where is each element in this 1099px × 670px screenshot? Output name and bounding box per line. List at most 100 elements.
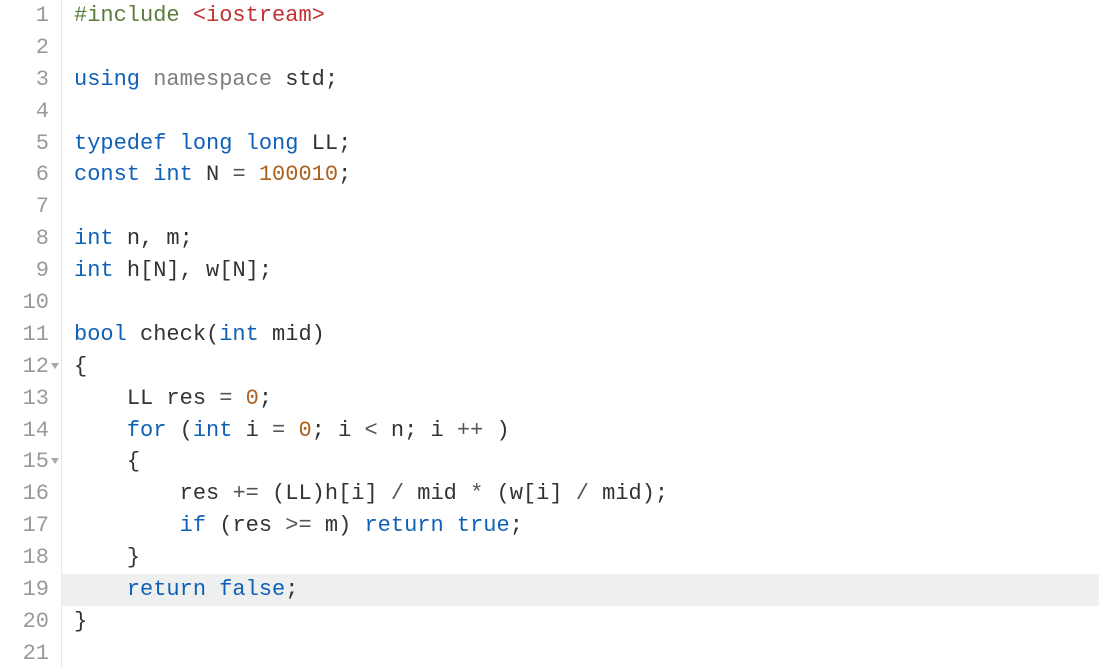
line-number: 16 xyxy=(10,478,49,510)
code-line[interactable]: LL res = 0; xyxy=(74,383,1099,415)
token: <iostream> xyxy=(193,3,325,28)
code-line[interactable]: { xyxy=(74,351,1099,383)
code-area[interactable]: #include <iostream> using namespace std; t… xyxy=(62,0,1099,667)
token: i xyxy=(338,418,364,443)
token: m xyxy=(325,513,338,538)
code-line[interactable]: return false; xyxy=(74,574,1099,606)
token: = xyxy=(272,418,298,443)
token: [ xyxy=(523,481,536,506)
code-line[interactable]: { xyxy=(74,446,1099,478)
token: / xyxy=(576,481,602,506)
code-line[interactable]: if (res >= m) return true; xyxy=(74,510,1099,542)
code-line[interactable]: const int N = 100010; xyxy=(74,159,1099,191)
token: false xyxy=(219,577,285,602)
token: n xyxy=(127,226,140,251)
token: { xyxy=(74,354,87,379)
token: long xyxy=(246,131,312,156)
token: 0 xyxy=(298,418,311,443)
line-number: 6 xyxy=(10,159,49,191)
token: ( xyxy=(272,481,285,506)
token xyxy=(74,386,127,411)
code-line[interactable] xyxy=(74,638,1099,670)
code-line[interactable] xyxy=(74,96,1099,128)
token: ; xyxy=(338,131,351,156)
line-number: 5 xyxy=(10,128,49,160)
token: N xyxy=(153,258,166,283)
token: namespace xyxy=(153,67,285,92)
token: const xyxy=(74,162,153,187)
token: m xyxy=(166,226,179,251)
token: [ xyxy=(338,481,351,506)
line-number: 7 xyxy=(10,191,49,223)
token: ( xyxy=(180,418,193,443)
token xyxy=(74,418,127,443)
token: mid xyxy=(417,481,470,506)
token: ; xyxy=(325,67,338,92)
line-number: 10 xyxy=(10,287,49,319)
token: res xyxy=(232,513,285,538)
token xyxy=(74,545,127,570)
token: mid xyxy=(272,322,312,347)
token xyxy=(74,513,180,538)
token: >= xyxy=(285,513,325,538)
code-line[interactable]: int h[N], w[N]; xyxy=(74,255,1099,287)
token xyxy=(74,481,180,506)
line-number: 14 xyxy=(10,415,49,447)
token xyxy=(74,449,127,474)
code-line[interactable] xyxy=(74,287,1099,319)
code-editor[interactable]: 123456789101112131415161718192021 #inclu… xyxy=(0,0,1099,667)
token: int xyxy=(74,258,127,283)
token: int xyxy=(153,162,206,187)
token: ; xyxy=(285,577,298,602)
token: { xyxy=(127,449,140,474)
token: ; xyxy=(510,513,523,538)
token: bool xyxy=(74,322,140,347)
token: i xyxy=(351,481,364,506)
line-number: 2 xyxy=(10,32,49,64)
code-line[interactable]: typedef long long LL; xyxy=(74,128,1099,160)
token: 0 xyxy=(246,386,259,411)
line-number: 19 xyxy=(10,574,49,606)
code-line[interactable]: for (int i = 0; i < n; i ++ ) xyxy=(74,415,1099,447)
line-number: 18 xyxy=(10,542,49,574)
token: i xyxy=(246,418,272,443)
token: ) xyxy=(312,481,325,506)
code-line[interactable]: #include <iostream> xyxy=(74,0,1099,32)
code-line[interactable]: } xyxy=(74,542,1099,574)
token: #include xyxy=(74,3,193,28)
token: h xyxy=(325,481,338,506)
line-number: 20 xyxy=(10,606,49,638)
code-line[interactable]: } xyxy=(74,606,1099,638)
token: , xyxy=(140,226,166,251)
code-line[interactable]: bool check(int mid) xyxy=(74,319,1099,351)
code-line[interactable]: int n, m; xyxy=(74,223,1099,255)
token: ( xyxy=(497,481,510,506)
token: using xyxy=(74,67,153,92)
line-number: 11 xyxy=(10,319,49,351)
token: ) xyxy=(497,418,510,443)
token: res xyxy=(180,481,233,506)
line-number: 8 xyxy=(10,223,49,255)
token: for xyxy=(127,418,180,443)
token: < xyxy=(364,418,390,443)
code-line[interactable]: using namespace std; xyxy=(74,64,1099,96)
line-number: 9 xyxy=(10,255,49,287)
token: } xyxy=(74,609,87,634)
token: return xyxy=(364,513,456,538)
code-line[interactable]: res += (LL)h[i] / mid * (w[i] / mid); xyxy=(74,478,1099,510)
token: ], xyxy=(166,258,206,283)
line-number: 12 xyxy=(10,351,49,383)
line-number: 21 xyxy=(10,638,49,670)
token: ( xyxy=(206,322,219,347)
code-line[interactable] xyxy=(74,32,1099,64)
token xyxy=(74,577,127,602)
token: res xyxy=(166,386,219,411)
line-number: 4 xyxy=(10,96,49,128)
token: ; xyxy=(404,418,430,443)
line-number: 13 xyxy=(10,383,49,415)
token: LL xyxy=(127,386,167,411)
token: LL xyxy=(285,481,311,506)
code-line[interactable] xyxy=(74,191,1099,223)
token: ) xyxy=(312,322,325,347)
token: w xyxy=(206,258,219,283)
